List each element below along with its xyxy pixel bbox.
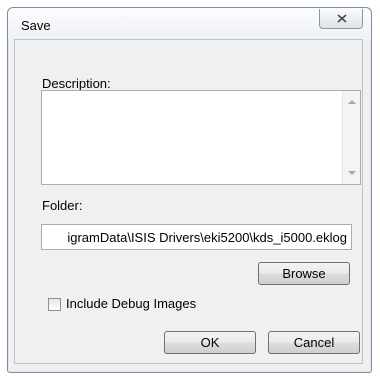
browse-button[interactable]: Browse (258, 262, 350, 285)
title-bar[interactable]: Save (8, 8, 371, 40)
include-debug-images-label: Include Debug Images (66, 296, 197, 311)
close-button[interactable] (319, 9, 363, 29)
cancel-button[interactable]: Cancel (268, 331, 360, 354)
folder-path-text: igramData\ISIS Drivers\eki5200\kds_i5000… (67, 230, 347, 245)
close-icon (337, 14, 347, 23)
dialog-title: Save (21, 18, 51, 33)
description-label: Description: (42, 76, 111, 91)
description-scrollbar[interactable] (342, 91, 360, 184)
description-textarea[interactable] (41, 90, 361, 185)
folder-label: Folder: (42, 198, 83, 213)
include-debug-images-checkbox[interactable] (48, 298, 61, 311)
scroll-down-arrow-icon[interactable] (348, 171, 356, 175)
scroll-up-arrow-icon[interactable] (348, 100, 356, 104)
folder-path-input[interactable]: igramData\ISIS Drivers\eki5200\kds_i5000… (41, 224, 352, 250)
ok-button[interactable]: OK (164, 331, 256, 354)
